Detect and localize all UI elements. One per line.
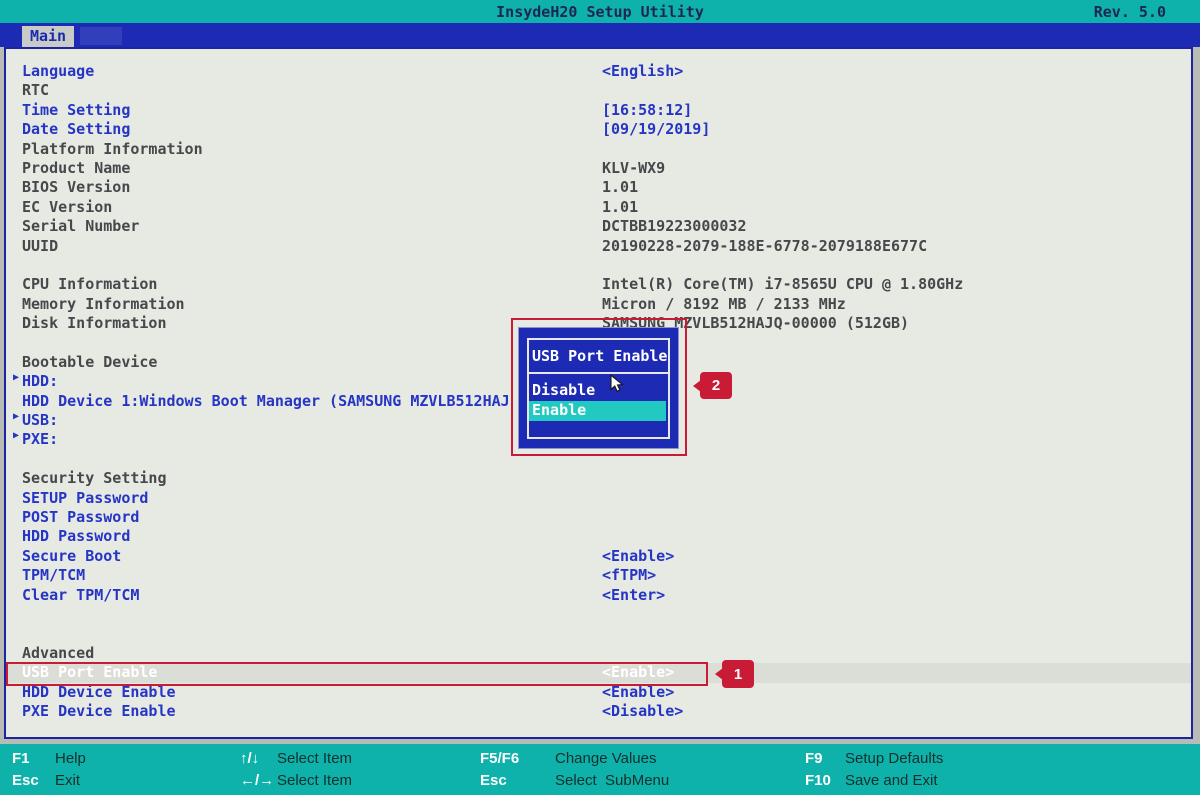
- page-title: InsydeH20 Setup Utility: [0, 3, 1200, 21]
- bios-row-secure-boot[interactable]: Secure Boot <Enable>: [6, 547, 1191, 566]
- hotkey-esc-submenu-label: Select SubMenu: [555, 771, 669, 791]
- hotkey-esc-exit: Esc: [12, 771, 39, 791]
- row-label: Clear TPM/TCM: [22, 586, 139, 604]
- hotkey-esc-exit-label: Exit: [55, 771, 80, 791]
- row-value: <Enter>: [602, 586, 665, 604]
- spacer-row: [6, 624, 1191, 643]
- hotkey-updown-label: Select Item: [277, 749, 352, 769]
- row-label: PXE:: [22, 430, 58, 448]
- row-label: HDD Device 1:Windows Boot Manager (SAMSU…: [22, 392, 510, 410]
- hotkey-f5f6-label: Change Values: [555, 749, 656, 769]
- row-value: <English>: [602, 62, 683, 80]
- submenu-arrow-icon: ▶: [13, 372, 19, 383]
- row-label: TPM/TCM: [22, 566, 85, 584]
- row-value: [16:58:12]: [602, 101, 692, 119]
- bios-row-serial-number: Serial Number DCTBB19223000032: [6, 217, 1191, 236]
- row-label: USB:: [22, 411, 58, 429]
- tab-bar: Main: [0, 23, 1200, 47]
- row-value: <fTPM>: [602, 566, 656, 584]
- bios-row-ec-version: EC Version 1.01: [6, 198, 1191, 217]
- bios-row-memory-information: Memory Information Micron / 8192 MB / 213…: [6, 295, 1191, 314]
- row-label: SETUP Password: [22, 489, 148, 507]
- hotkey-f10: F10: [805, 771, 831, 791]
- row-label: Disk Information: [22, 314, 167, 332]
- key-hint-bar: F1 Help Esc Exit ↑/↓ Select Item ←/→ Sel…: [0, 744, 1200, 795]
- row-value: DCTBB19223000032: [602, 217, 747, 235]
- bios-row-rtc: RTC: [6, 81, 1191, 100]
- row-label: Date Setting: [22, 120, 130, 138]
- hotkey-leftright-icon: ←/→: [240, 771, 274, 791]
- row-label: Memory Information: [22, 295, 185, 313]
- row-label: EC Version: [22, 198, 112, 216]
- hotkey-f1-label: Help: [55, 749, 86, 769]
- row-label: Product Name: [22, 159, 130, 177]
- hotkey-leftright-label: Select Item: [277, 771, 352, 791]
- hotkey-esc-submenu: Esc: [480, 771, 507, 791]
- row-label: POST Password: [22, 508, 139, 526]
- row-value: <Enable>: [602, 547, 674, 565]
- row-label: PXE Device Enable: [22, 702, 176, 720]
- revision-label: Rev. 5.0: [1094, 3, 1166, 21]
- bios-row-post-password[interactable]: POST Password: [6, 508, 1191, 527]
- annotation-badge-2: 2: [700, 372, 732, 399]
- row-label: UUID: [22, 237, 58, 255]
- bios-row-clear-tpm-tcm[interactable]: Clear TPM/TCM <Enter>: [6, 586, 1191, 605]
- row-label: BIOS Version: [22, 178, 130, 196]
- row-value: Micron / 8192 MB / 2133 MHz: [602, 295, 846, 313]
- row-label: Secure Boot: [22, 547, 121, 565]
- spacer-row: [6, 256, 1191, 275]
- spacer-row: [6, 605, 1191, 624]
- hotkey-f5f6: F5/F6: [480, 749, 519, 769]
- bios-row-time-setting[interactable]: Time Setting [16:58:12]: [6, 101, 1191, 120]
- hotkey-f10-label: Save and Exit: [845, 771, 938, 791]
- submenu-arrow-icon: ▶: [13, 430, 19, 441]
- bios-row-advanced: Advanced: [6, 644, 1191, 663]
- row-value: [09/19/2019]: [602, 120, 710, 138]
- hotkey-updown-icon: ↑/↓: [240, 749, 259, 769]
- row-label: Serial Number: [22, 217, 139, 235]
- row-label: CPU Information: [22, 275, 157, 293]
- row-label: RTC: [22, 81, 49, 99]
- bios-row-uuid: UUID 20190228-2079-188E-6778-2079188E677C: [6, 237, 1191, 256]
- bios-row-setup-password[interactable]: SETUP Password: [6, 489, 1191, 508]
- annotation-badge-1: 1: [722, 660, 754, 688]
- hotkey-f9: F9: [805, 749, 823, 769]
- submenu-arrow-icon: ▶: [13, 411, 19, 422]
- bios-row-hdd-password[interactable]: HDD Password: [6, 527, 1191, 546]
- bios-row-bios-version: BIOS Version 1.01: [6, 178, 1191, 197]
- row-value: 20190228-2079-188E-6778-2079188E677C: [602, 237, 927, 255]
- row-label: Advanced: [22, 644, 94, 662]
- row-label: Time Setting: [22, 101, 130, 119]
- row-label: Platform Information: [22, 140, 203, 158]
- tab-ghost-highlight: [80, 27, 122, 45]
- row-label: Security Setting: [22, 469, 167, 487]
- row-value: 1.01: [602, 198, 638, 216]
- row-label: Language: [22, 62, 94, 80]
- bios-screen: InsydeH20 Setup Utility Rev. 5.0 Main La…: [0, 0, 1200, 795]
- hotkey-f9-label: Setup Defaults: [845, 749, 943, 769]
- row-value: <Disable>: [602, 702, 683, 720]
- annotation-box-step2: [511, 318, 687, 456]
- tab-main[interactable]: Main: [22, 26, 74, 47]
- row-label: HDD Password: [22, 527, 130, 545]
- title-bar: InsydeH20 Setup Utility Rev. 5.0: [0, 0, 1200, 23]
- row-label: Bootable Device: [22, 353, 157, 371]
- row-value: KLV-WX9: [602, 159, 665, 177]
- bios-row-cpu-information: CPU Information Intel(R) Core(TM) i7-8565…: [6, 275, 1191, 294]
- row-value: Intel(R) Core(TM) i7-8565U CPU @ 1.80GHz: [602, 275, 963, 293]
- annotation-box-step1: [6, 662, 708, 686]
- row-value: 1.01: [602, 178, 638, 196]
- bios-row-pxe-device-enable[interactable]: PXE Device Enable <Disable>: [6, 702, 1191, 721]
- hotkey-f1: F1: [12, 749, 30, 769]
- bios-row-platform-information: Platform Information: [6, 140, 1191, 159]
- row-label: HDD:: [22, 372, 58, 390]
- bios-row-tpm-tcm[interactable]: TPM/TCM <fTPM>: [6, 566, 1191, 585]
- bios-row-language[interactable]: Language <English>: [6, 62, 1191, 81]
- bios-row-product-name: Product Name KLV-WX9: [6, 159, 1191, 178]
- bios-row-security-setting: Security Setting: [6, 469, 1191, 488]
- bios-row-date-setting[interactable]: Date Setting [09/19/2019]: [6, 120, 1191, 139]
